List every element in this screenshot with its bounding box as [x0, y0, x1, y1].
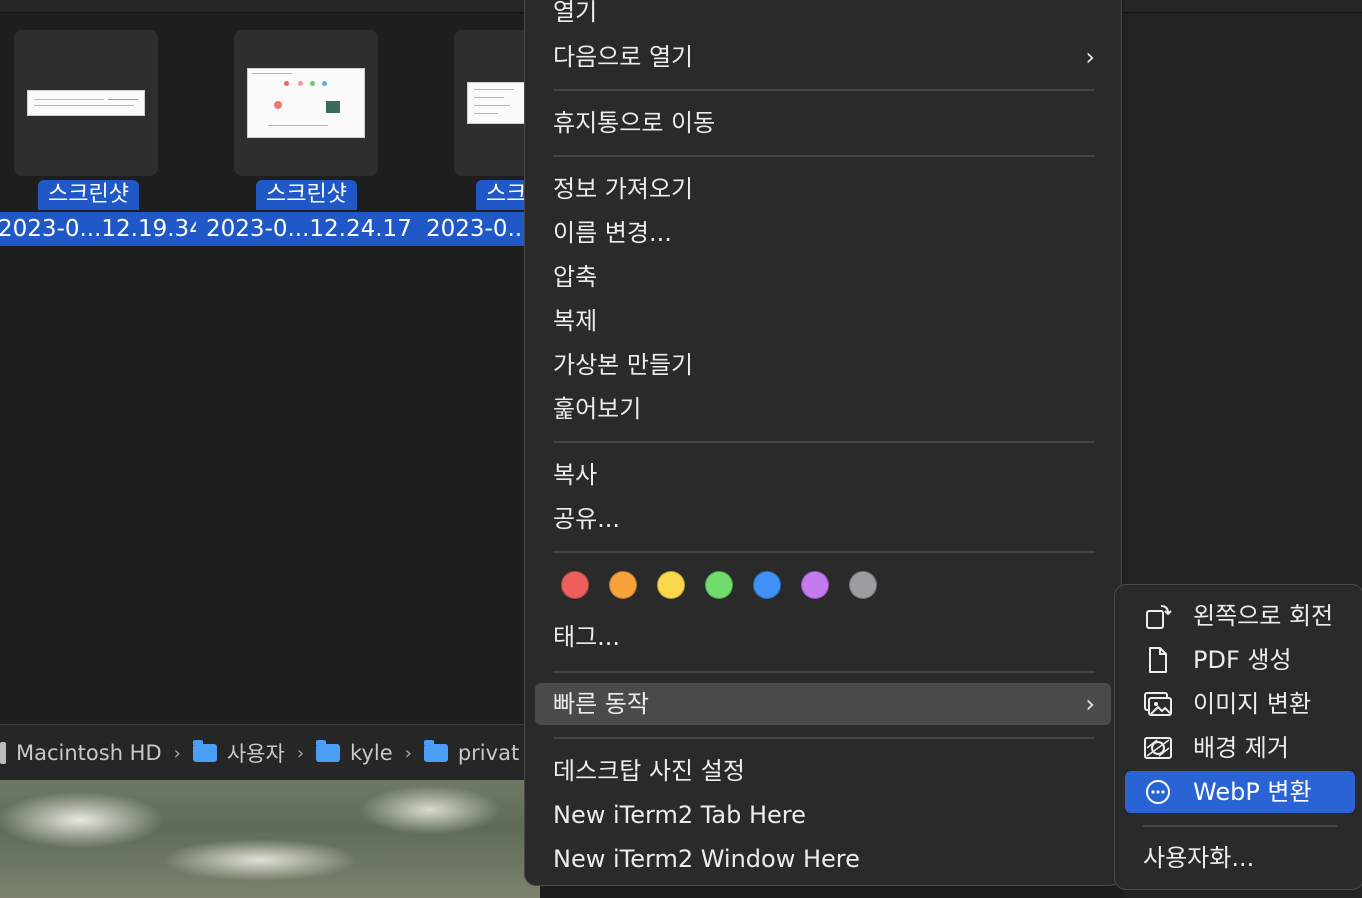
menu-separator — [553, 551, 1095, 553]
file-name-line1[interactable]: 스크린샷 — [38, 180, 139, 210]
path-label: 사용자 — [226, 742, 285, 766]
menu-item-set-desktop-picture[interactable]: 데스크탑 사진 설정 — [535, 750, 1111, 792]
menu-item-label: 이름 변경... — [553, 219, 672, 247]
window-edge — [1124, 0, 1362, 13]
file-item[interactable]: 스크린샷 2023-0...12.19.34 — [0, 30, 214, 250]
photos-icon — [1144, 692, 1172, 716]
menu-item-open[interactable]: 열기 — [535, 0, 1111, 33]
path-label: Macintosh HD — [16, 741, 162, 765]
menu-separator — [553, 441, 1095, 443]
finder-toolbar-edge — [0, 0, 540, 13]
menu-separator — [553, 155, 1095, 157]
rotate-left-icon — [1146, 605, 1172, 629]
file-name-line2[interactable]: 2023-0...12.24.17 — [196, 212, 422, 246]
quick-actions-submenu: 왼쪽으로 회전 PDF 생성 이미지 변환 배경 제거 WebP 변환 사용자화… — [1114, 584, 1362, 890]
menu-item-iterm-window[interactable]: New iTerm2 Window Here — [535, 838, 1111, 880]
submenu-item-remove-background[interactable]: 배경 제거 — [1125, 727, 1355, 769]
chevron-right-icon: › — [1085, 690, 1095, 718]
menu-item-label: 복사 — [553, 461, 598, 489]
tag-red[interactable] — [561, 571, 589, 599]
document-icon — [1149, 647, 1167, 673]
path-separator: › — [404, 742, 412, 764]
path-bar: Macintosh HD › 사용자 › kyle › privat — [0, 724, 540, 781]
menu-item-label: 정보 가져오기 — [553, 175, 694, 203]
submenu-item-create-pdf[interactable]: PDF 생성 — [1125, 639, 1355, 681]
menu-item-open-with[interactable]: 다음으로 열기 › — [535, 36, 1111, 78]
submenu-item-webp-convert[interactable]: WebP 변환 — [1125, 771, 1355, 813]
submenu-item-customize[interactable]: 사용자화... — [1125, 837, 1355, 879]
path-item-users[interactable]: 사용자 — [192, 738, 285, 768]
hard-disk-icon — [0, 742, 6, 764]
menu-item-quick-actions[interactable]: 빠른 동작 › — [535, 683, 1111, 725]
menu-item-get-info[interactable]: 정보 가져오기 — [535, 168, 1111, 210]
more-circle-icon — [1146, 780, 1170, 804]
tag-green[interactable] — [705, 571, 733, 599]
path-separator: › — [296, 742, 305, 764]
file-thumbnail[interactable] — [14, 30, 158, 176]
menu-item-rename[interactable]: 이름 변경... — [535, 212, 1111, 254]
menu-item-label: 다음으로 열기 — [553, 43, 694, 71]
menu-separator — [553, 671, 1095, 673]
tag-yellow[interactable] — [657, 571, 685, 599]
menu-item-copy[interactable]: 복사 — [535, 454, 1111, 496]
menu-item-label: 공유... — [553, 505, 621, 533]
menu-item-label: 빠른 동작 — [553, 690, 649, 718]
menu-item-make-alias[interactable]: 가상본 만들기 — [535, 344, 1111, 386]
menu-separator — [1143, 825, 1337, 827]
menu-item-share[interactable]: 공유... — [535, 498, 1111, 540]
submenu-item-label: 사용자화... — [1143, 844, 1255, 872]
menu-item-label: 훑어보기 — [553, 395, 642, 423]
tag-orange[interactable] — [609, 571, 637, 599]
submenu-item-rotate-left[interactable]: 왼쪽으로 회전 — [1125, 595, 1355, 637]
path-item-disk[interactable]: Macintosh HD — [0, 741, 162, 765]
menu-item-tags[interactable]: 태그... — [535, 616, 1111, 658]
menu-item-label: 태그... — [553, 623, 621, 651]
file-name-line2[interactable]: 2023-0... — [416, 212, 540, 246]
menu-item-label: New iTerm2 Window Here — [553, 845, 860, 873]
menu-item-move-to-trash[interactable]: 휴지통으로 이동 — [535, 102, 1111, 144]
submenu-item-label: WebP 변환 — [1193, 778, 1312, 806]
submenu-item-label: PDF 생성 — [1193, 646, 1292, 674]
submenu-item-label: 배경 제거 — [1193, 734, 1289, 762]
chevron-right-icon: › — [1085, 43, 1095, 71]
menu-separator — [553, 737, 1095, 739]
submenu-item-label: 왼쪽으로 회전 — [1193, 602, 1334, 630]
menu-item-compress[interactable]: 압축 — [535, 256, 1111, 298]
tag-purple[interactable] — [801, 571, 829, 599]
menu-item-label: 복제 — [553, 307, 598, 335]
context-menu: 열기 다음으로 열기 › 휴지통으로 이동 정보 가져오기 이름 변경... 압… — [524, 0, 1122, 886]
path-separator: › — [173, 742, 181, 764]
submenu-item-convert-image[interactable]: 이미지 변환 — [1125, 683, 1355, 725]
home-folder-icon — [316, 740, 341, 762]
file-name-line1[interactable]: 스크린샷 — [256, 180, 357, 210]
menu-item-label: 압축 — [553, 263, 598, 291]
menu-item-label: New iTerm2 Tab Here — [553, 801, 806, 829]
submenu-item-label: 이미지 변환 — [1193, 690, 1312, 718]
tag-gray[interactable] — [849, 571, 877, 599]
tag-color-row — [561, 571, 877, 599]
menu-item-quick-look[interactable]: 훑어보기 — [535, 388, 1111, 430]
file-item[interactable]: 스크린샷 2023-0...12.24.17 — [194, 30, 422, 250]
menu-separator — [553, 89, 1095, 91]
file-name-line2[interactable]: 2023-0...12.19.34 — [0, 212, 214, 246]
path-label: privat — [457, 741, 520, 765]
path-item-user[interactable]: kyle — [316, 740, 393, 765]
menu-item-duplicate[interactable]: 복제 — [535, 300, 1111, 342]
desktop-wallpaper — [0, 780, 540, 898]
tag-blue[interactable] — [753, 571, 781, 599]
path-label: kyle — [350, 741, 393, 765]
file-thumbnail[interactable] — [234, 30, 378, 176]
remove-background-icon — [1144, 737, 1172, 759]
menu-item-label: 데스크탑 사진 설정 — [553, 757, 745, 785]
finder-window: 스크린샷 2023-0...12.19.34 스크린샷 2023-0...12.… — [0, 0, 598, 781]
path-item-folder[interactable]: privat — [423, 740, 520, 765]
menu-item-label: 휴지통으로 이동 — [553, 109, 716, 137]
menu-item-label: 열기 — [553, 0, 598, 26]
menu-item-label: 가상본 만들기 — [553, 351, 694, 379]
menu-item-iterm-tab[interactable]: New iTerm2 Tab Here — [535, 794, 1111, 836]
folder-icon — [192, 740, 217, 762]
folder-icon — [423, 740, 448, 762]
